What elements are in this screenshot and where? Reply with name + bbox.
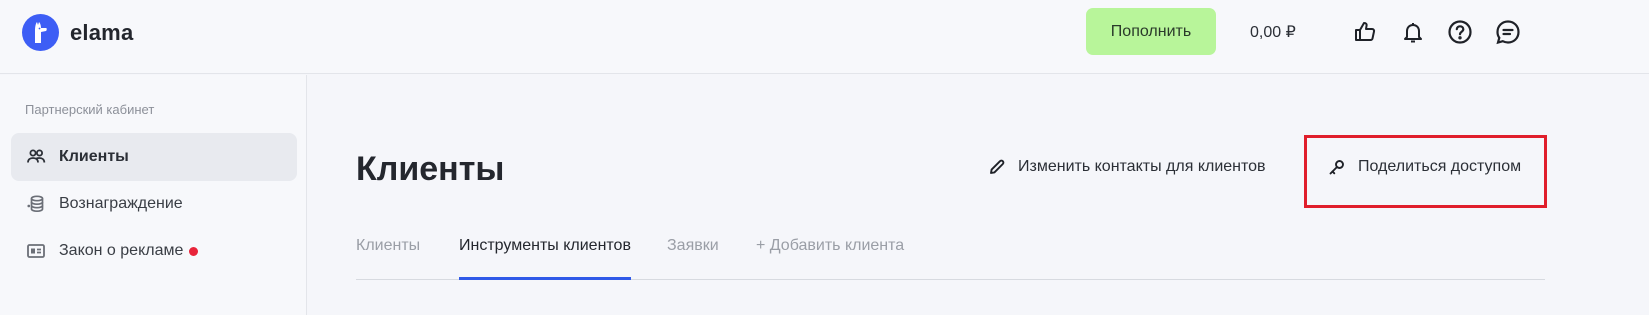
pencil-icon (988, 158, 1006, 176)
page-title: Клиенты (356, 150, 505, 188)
balance-amount[interactable]: 0,00 ₽ (1250, 22, 1296, 42)
sidebar-item-clients[interactable]: Клиенты (11, 133, 297, 181)
topup-button[interactable]: Пополнить (1086, 8, 1216, 55)
sidebar-item-label: Вознаграждение (59, 195, 183, 212)
llama-logo-icon (22, 14, 59, 51)
sidebar-item-label: Закон о рекламе (59, 242, 184, 259)
tab-clients[interactable]: Клиенты (356, 237, 420, 279)
logo[interactable]: elama (22, 14, 133, 51)
logo-text: elama (70, 19, 134, 45)
top-bar: elama Пополнить 0,00 ₽ (0, 0, 1649, 74)
sidebar-item-reward[interactable]: Вознаграждение (11, 180, 297, 228)
bell-icon[interactable] (1399, 18, 1427, 46)
tab-bar: Клиенты Инструменты клиентов Заявки + До… (356, 226, 1545, 280)
sidebar-item-ad-law[interactable]: Закон о рекламе (11, 227, 297, 275)
id-card-icon (26, 241, 46, 261)
sidebar-item-label: Клиенты (59, 148, 129, 165)
tab-requests[interactable]: Заявки (667, 237, 719, 279)
notification-dot (189, 246, 199, 256)
sidebar: Партнерский кабинет Клиенты Вознагражден… (0, 75, 307, 315)
edit-contacts-link[interactable]: Изменить контакты для клиентов (988, 158, 1266, 176)
coins-icon (26, 194, 46, 214)
tab-add-client[interactable]: + Добавить клиента (756, 237, 904, 279)
sidebar-heading: Партнерский кабинет (25, 102, 155, 117)
highlight-annotation (1304, 135, 1547, 208)
tab-client-tools[interactable]: Инструменты клиентов (459, 237, 631, 280)
edit-contacts-label: Изменить контакты для клиентов (1018, 158, 1266, 175)
thumbs-up-icon[interactable] (1351, 18, 1379, 46)
users-icon (26, 147, 46, 167)
chat-icon[interactable] (1494, 18, 1522, 46)
help-icon[interactable] (1446, 18, 1474, 46)
